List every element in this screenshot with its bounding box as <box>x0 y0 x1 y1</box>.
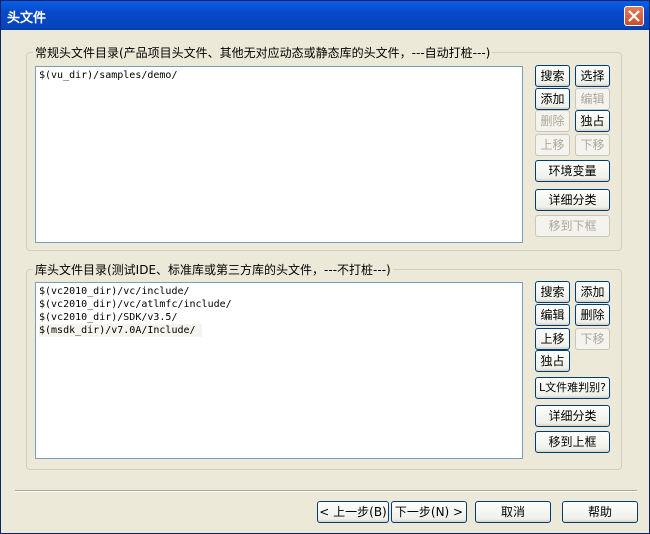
g2-detail-classify-button[interactable]: 详细分类 <box>535 405 610 427</box>
close-icon <box>628 10 640 22</box>
g2-exclusive-button[interactable]: 独占 <box>535 350 570 372</box>
title-bar: 头文件 <box>1 1 649 30</box>
g1-edit-button[interactable]: 编辑 <box>575 88 610 110</box>
g2-search-button[interactable]: 搜索 <box>535 281 570 303</box>
list-item[interactable]: $(vc2010_dir)/vc/atlmfc/include/ <box>39 298 519 311</box>
cancel-button[interactable]: 取消 <box>475 501 551 523</box>
g1-add-button[interactable]: 添加 <box>535 88 570 110</box>
g1-select-button[interactable]: 选择 <box>575 65 610 87</box>
list-item[interactable]: $(vc2010_dir)/SDK/v3.5/ <box>39 311 519 324</box>
library-headers-list[interactable]: $(vc2010_dir)/vc/include/ $(vc2010_dir)/… <box>35 282 523 459</box>
help-button[interactable]: 帮助 <box>562 501 638 523</box>
prev-button[interactable]: < 上一步(B) <box>317 501 389 523</box>
list-item[interactable]: $(msdk_dir)/v7.0A/Include/ <box>39 324 202 337</box>
close-button[interactable] <box>624 6 644 26</box>
list-item[interactable]: $(vc2010_dir)/vc/include/ <box>39 285 519 298</box>
g1-search-button[interactable]: 搜索 <box>535 65 570 87</box>
g2-delete-button[interactable]: 删除 <box>575 304 610 326</box>
g1-exclusive-button[interactable]: 独占 <box>575 110 610 132</box>
g2-down-button[interactable]: 下移 <box>575 328 610 350</box>
g2-l-file-hard-button[interactable]: L文件难判别? <box>535 377 610 399</box>
next-button[interactable]: 下一步(N) > <box>391 501 467 523</box>
g1-up-button[interactable]: 上移 <box>535 134 570 156</box>
g2-up-button[interactable]: 上移 <box>535 328 570 350</box>
g1-detail-classify-button[interactable]: 详细分类 <box>535 189 610 211</box>
g2-add-button[interactable]: 添加 <box>575 281 610 303</box>
window-title: 头文件 <box>7 11 47 26</box>
headers-dialog: 头文件 常规头文件目录(产品项目头文件、其他无对应动态或静态库的头文件，---自… <box>0 0 650 534</box>
g2-edit-button[interactable]: 编辑 <box>535 304 570 326</box>
g1-env-vars-button[interactable]: 环境变量 <box>535 160 610 182</box>
regular-headers-legend: 常规头文件目录(产品项目头文件、其他无对应动态或静态库的头文件，---自动打桩-… <box>35 46 491 60</box>
regular-headers-list[interactable]: $(vu_dir)/samples/demo/ <box>35 66 523 243</box>
g1-down-button[interactable]: 下移 <box>575 134 610 156</box>
library-headers-legend: 库头文件目录(测试IDE、标准库或第三方库的头文件，---不打桩---) <box>35 263 391 277</box>
list-item[interactable]: $(vu_dir)/samples/demo/ <box>39 69 519 82</box>
g1-move-down-frame-button[interactable]: 移到下框 <box>535 215 610 237</box>
g2-move-up-frame-button[interactable]: 移到上框 <box>535 431 610 453</box>
g1-delete-button[interactable]: 删除 <box>535 110 570 132</box>
footer-divider <box>15 490 637 492</box>
